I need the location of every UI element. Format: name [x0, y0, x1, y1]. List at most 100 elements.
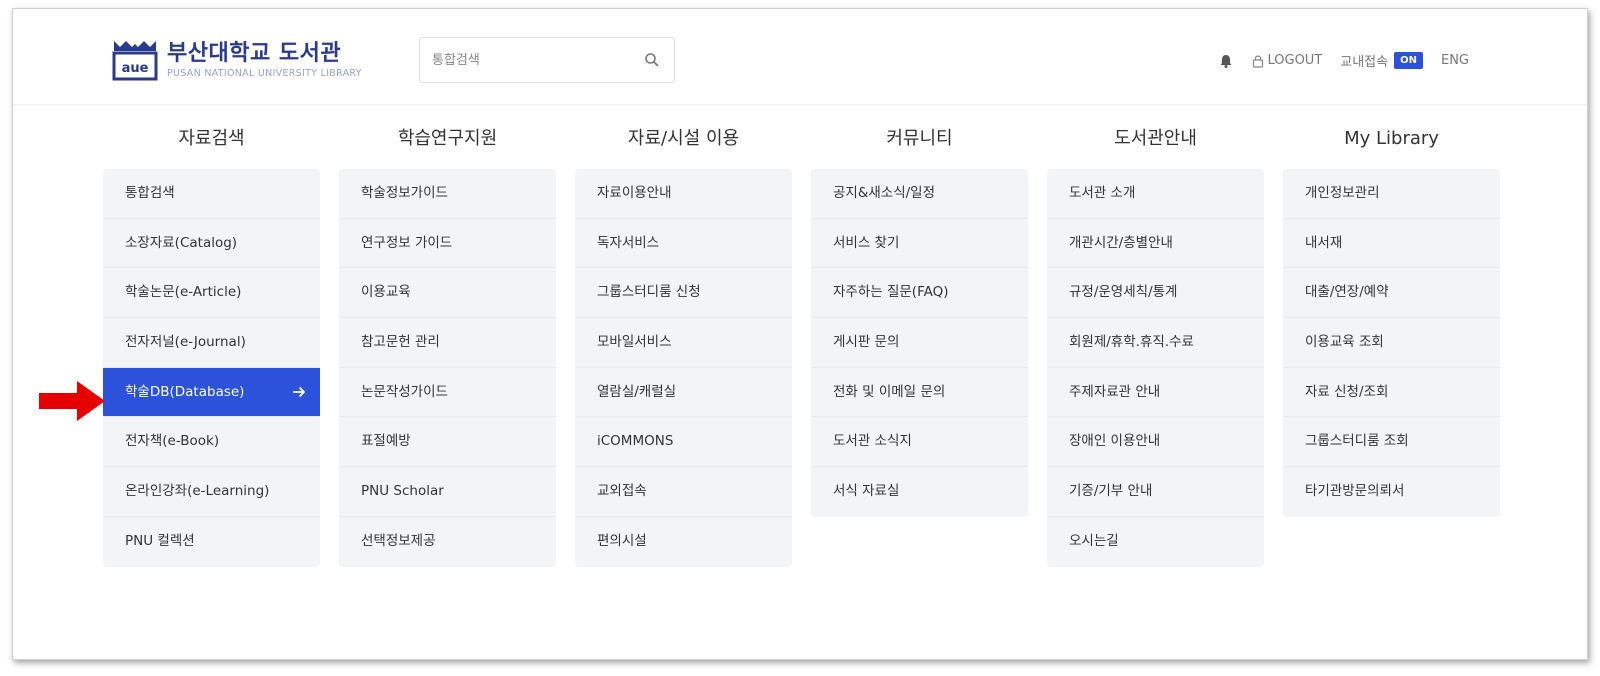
menu-item[interactable]: 모바일서비스: [575, 318, 792, 368]
menu-item[interactable]: 전화 및 이메일 문의: [811, 368, 1028, 418]
menu-column: My Library 개인정보관리 내서재 대출/연장/예약 이용교육 조회 자료 신청/…: [1283, 117, 1500, 517]
menu-item[interactable]: 대출/연장/예약: [1283, 268, 1500, 319]
menu-item[interactable]: 편의시설: [575, 517, 792, 567]
menu-item-label: 도서관 소식지: [833, 433, 912, 450]
menu-item-label: 공지&새소식/일정: [833, 185, 936, 201]
menu-item-active[interactable]: 학술DB(Database): [103, 367, 320, 418]
logout-link[interactable]: LOGOUT: [1252, 53, 1322, 68]
menu-item[interactable]: 기증/기부 안내: [1047, 467, 1264, 517]
menu-item-label: 개인정보관리: [1305, 185, 1380, 201]
menu-item[interactable]: PNU 컬렉션: [103, 517, 320, 567]
menu-item[interactable]: 게시판 문의: [811, 318, 1028, 368]
menu-item[interactable]: 공지&새소식/일정: [811, 169, 1028, 219]
campus-access-toggle[interactable]: 교내접속 ON: [1340, 51, 1423, 70]
bell-icon[interactable]: [1218, 53, 1234, 69]
menu-list: 통합검색소장자료(Catalog) 학술논문(e-Article) 전자저널(e-J…: [103, 169, 320, 567]
menu-item-label: 학술DB(Database): [125, 383, 245, 400]
menu-item-label: 연구정보 가이드: [361, 234, 453, 251]
menu-item-label: PNU Scholar: [361, 483, 444, 500]
menu-item-label: 자료 신청/조회: [1305, 383, 1389, 400]
menu-item-label: 학술정보가이드: [361, 185, 448, 201]
menu-item[interactable]: 선택정보제공: [339, 517, 556, 567]
arrow-right-icon: [293, 386, 306, 397]
menu-item[interactable]: 장애인 이용안내: [1047, 417, 1264, 468]
menu-item[interactable]: 학술정보가이드: [339, 169, 556, 219]
utility-nav: LOGOUT 교내접속 ON ENG: [1200, 51, 1469, 70]
menu-item[interactable]: 회원제/휴학.휴직.수료: [1047, 318, 1264, 368]
menu-item-label: 주제자료관 안내: [1069, 383, 1161, 400]
menu-item[interactable]: 서식 자료실: [811, 467, 1028, 517]
menu-item[interactable]: 내서재: [1283, 219, 1500, 269]
menu-item[interactable]: 이용교육: [339, 268, 556, 319]
menu-item[interactable]: 표절예방: [339, 417, 556, 468]
menu-item[interactable]: iCOMMONS: [575, 417, 792, 468]
menu-item-label: 게시판 문의: [833, 334, 900, 351]
menu-item[interactable]: 전자책(e-Book): [103, 417, 320, 468]
site-header: aue 부산대학교 도서관 PUSAN NATIONAL UNIVERSITY …: [13, 9, 1587, 105]
menu-column-title[interactable]: 커뮤니티: [811, 117, 1028, 169]
menu-item-label: 기증/기부 안내: [1069, 483, 1153, 500]
campus-access-label: 교내접속: [1340, 55, 1389, 70]
library-logo[interactable]: aue 부산대학교 도서관 PUSAN NATIONAL UNIVERSITY …: [111, 37, 362, 83]
menu-item-label: 소장자료(Catalog): [125, 234, 238, 251]
menu-item-label: 논문작성가이드: [361, 383, 448, 400]
menu-item[interactable]: 자료이용안내: [575, 169, 792, 219]
lock-icon: [1253, 55, 1264, 68]
menu-list: 공지&새소식/일정서비스 찾기자주하는 질문(FAQ) 게시판 문의전화 및 이메…: [811, 169, 1028, 517]
menu-column-title[interactable]: 자료검색: [103, 117, 320, 169]
menu-item-label: 서식 자료실: [833, 483, 900, 500]
menu-item[interactable]: 개인정보관리: [1283, 169, 1500, 219]
menu-item[interactable]: 도서관 소식지: [811, 417, 1028, 468]
menu-item[interactable]: 타기관방문의뢰서: [1283, 467, 1500, 517]
page-frame: aue 부산대학교 도서관 PUSAN NATIONAL UNIVERSITY …: [12, 8, 1588, 660]
menu-item[interactable]: 전자저널(e-Journal): [103, 318, 320, 368]
menu-item[interactable]: 소장자료(Catalog): [103, 219, 320, 269]
menu-column-title[interactable]: 자료/시설 이용: [575, 117, 792, 169]
menu-item[interactable]: 참고문헌 관리: [339, 318, 556, 368]
menu-item[interactable]: 그룹스터디룸 신청: [575, 268, 792, 319]
menu-item[interactable]: 온라인강좌(e-Learning): [103, 467, 320, 517]
menu-item-label: 이용교육 조회: [1305, 334, 1384, 351]
logo-subtitle: PUSAN NATIONAL UNIVERSITY LIBRARY: [167, 68, 362, 79]
menu-column-title[interactable]: My Library: [1283, 117, 1500, 169]
menu-item[interactable]: 교외접속: [575, 467, 792, 517]
menu-column-title[interactable]: 도서관안내: [1047, 117, 1264, 169]
menu-column: 자료/시설 이용 자료이용안내독자서비스그룹스터디룸 신청 모바일서비스 열람실/캐럴…: [575, 117, 792, 567]
mega-menu: 자료검색 통합검색소장자료(Catalog) 학술논문(e-Article) 전자저널…: [103, 117, 1503, 577]
menu-item[interactable]: 통합검색: [103, 169, 320, 219]
menu-column-title[interactable]: 학습연구지원: [339, 117, 556, 169]
menu-item[interactable]: 자료 신청/조회: [1283, 368, 1500, 418]
menu-list: 개인정보관리내서재대출/연장/예약이용교육 조회자료 신청/조회그룹스터디룸 조…: [1283, 169, 1500, 517]
menu-item-label: 대출/연장/예약: [1305, 284, 1389, 301]
logo-title: 부산대학교 도서관: [167, 41, 342, 66]
menu-item[interactable]: 연구정보 가이드: [339, 219, 556, 269]
menu-item[interactable]: 도서관 소개: [1047, 169, 1264, 219]
language-switch[interactable]: ENG: [1441, 53, 1469, 68]
menu-item-label: 표절예방: [361, 433, 411, 450]
menu-item[interactable]: 주제자료관 안내: [1047, 368, 1264, 418]
menu-item[interactable]: 그룹스터디룸 조회: [1283, 417, 1500, 468]
menu-item-label: 독자서비스: [597, 234, 660, 251]
menu-item-label: 서비스 찾기: [833, 234, 900, 251]
menu-item[interactable]: 이용교육 조회: [1283, 318, 1500, 368]
menu-item-label: 개관시간/층별안내: [1069, 234, 1173, 251]
menu-item-label: 전화 및 이메일 문의: [833, 383, 946, 400]
menu-item[interactable]: PNU Scholar: [339, 467, 556, 517]
menu-item-label: 선택정보제공: [361, 532, 436, 549]
menu-item-label: 편의시설: [597, 532, 647, 549]
menu-item[interactable]: 자주하는 질문(FAQ): [811, 268, 1028, 319]
menu-item-label: 회원제/휴학.휴직.수료: [1069, 334, 1194, 351]
search-input[interactable]: [432, 48, 632, 72]
menu-item[interactable]: 규정/운영세칙/통계: [1047, 268, 1264, 319]
menu-item-label: iCOMMONS: [597, 433, 674, 450]
menu-item[interactable]: 서비스 찾기: [811, 219, 1028, 269]
menu-item[interactable]: 독자서비스: [575, 219, 792, 269]
search-icon[interactable]: [644, 52, 660, 68]
menu-item[interactable]: 학술논문(e-Article): [103, 268, 320, 319]
menu-item[interactable]: 논문작성가이드: [339, 368, 556, 418]
menu-item-label: 오시는길: [1069, 532, 1119, 549]
menu-item[interactable]: 오시는길: [1047, 517, 1264, 567]
menu-item[interactable]: 개관시간/층별안내: [1047, 219, 1264, 269]
menu-item-label: 전자저널(e-Journal): [125, 334, 246, 351]
menu-item[interactable]: 열람실/캐럴실: [575, 368, 792, 418]
